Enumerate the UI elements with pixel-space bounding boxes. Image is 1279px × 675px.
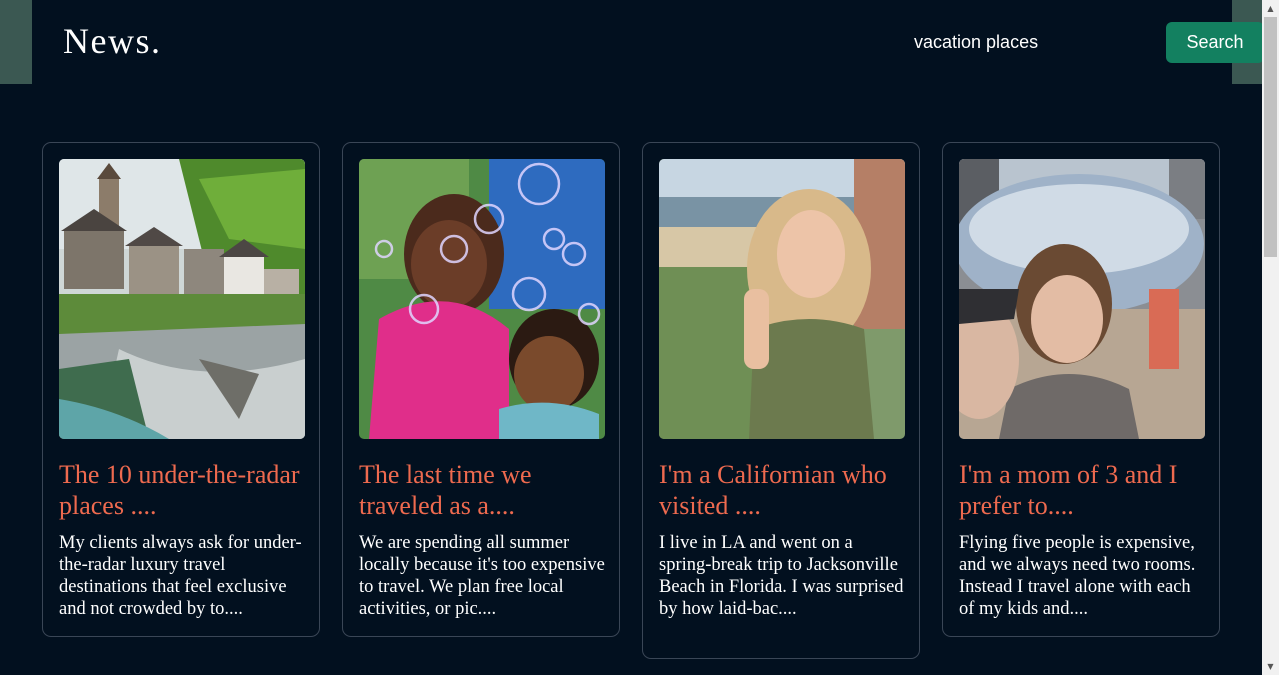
- site-header: News. Search: [32, 0, 1264, 84]
- card-title[interactable]: The last time we traveled as a....: [359, 459, 609, 521]
- header-left-accent: [0, 0, 32, 84]
- mother-son-selfie-photo: [959, 159, 1205, 439]
- village-by-river-photo: [59, 159, 305, 439]
- card-image-village[interactable]: [59, 159, 305, 439]
- card-title[interactable]: The 10 under-the-radar places ....: [59, 459, 309, 521]
- card-description: Flying five people is expensive, and we …: [959, 533, 1196, 619]
- vertical-scrollbar[interactable]: ▲ ▼: [1262, 0, 1279, 675]
- scroll-up-arrow-icon[interactable]: ▲: [1262, 0, 1279, 17]
- news-card[interactable]: I'm a Californian who visited .... I liv…: [642, 142, 920, 659]
- scroll-down-arrow-icon[interactable]: ▼: [1262, 658, 1279, 675]
- site-logo[interactable]: News.: [63, 20, 161, 62]
- card-title[interactable]: I'm a Californian who visited ....: [659, 459, 909, 521]
- card-image-kids[interactable]: [359, 159, 605, 439]
- card-title[interactable]: I'm a mom of 3 and I prefer to....: [959, 459, 1209, 521]
- kids-blowing-bubbles-photo: [359, 159, 605, 439]
- search-button[interactable]: Search: [1166, 22, 1264, 63]
- card-description: I live in LA and went on a spring-break …: [659, 533, 904, 619]
- news-card[interactable]: The 10 under-the-radar places .... My cl…: [42, 142, 320, 637]
- card-description: My clients always ask for under-the-rada…: [59, 533, 302, 619]
- news-card[interactable]: The last time we traveled as a.... We ar…: [342, 142, 620, 637]
- news-card[interactable]: I'm a mom of 3 and I prefer to.... Flyin…: [942, 142, 1220, 637]
- scrollbar-thumb[interactable]: [1264, 17, 1277, 257]
- search-input[interactable]: [902, 26, 1142, 58]
- card-image-woman[interactable]: [659, 159, 905, 439]
- woman-at-beach-photo: [659, 159, 905, 439]
- card-image-mom-son[interactable]: [959, 159, 1205, 439]
- card-description: We are spending all summer locally becau…: [359, 533, 605, 619]
